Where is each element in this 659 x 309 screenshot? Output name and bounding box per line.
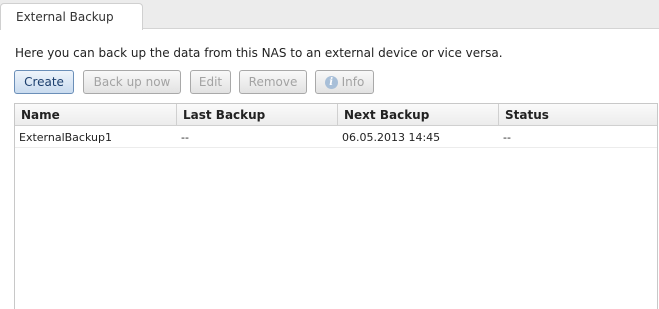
column-header-name[interactable]: Name: [15, 104, 177, 125]
tab-bar: External Backup: [0, 0, 659, 30]
table-row[interactable]: ExternalBackup1 -- 06.05.2013 14:45 --: [15, 126, 657, 148]
back-up-now-button[interactable]: Back up now: [83, 70, 181, 94]
info-button[interactable]: i Info: [315, 70, 374, 94]
column-header-last-backup[interactable]: Last Backup: [177, 104, 338, 125]
create-button[interactable]: Create: [14, 70, 74, 94]
cell-next-backup: 06.05.2013 14:45: [342, 131, 441, 144]
remove-button[interactable]: Remove: [239, 70, 307, 94]
cell-name: ExternalBackup1: [19, 131, 112, 144]
backup-jobs-table: Name Last Backup Next Backup Status Exte…: [14, 103, 658, 309]
page-description: Here you can back up the data from this …: [15, 46, 503, 60]
column-header-next-backup[interactable]: Next Backup: [338, 104, 499, 125]
table-header: Name Last Backup Next Backup Status: [15, 104, 657, 126]
column-header-status[interactable]: Status: [499, 104, 657, 125]
cell-last-backup: --: [181, 131, 189, 144]
info-button-label: Info: [341, 75, 365, 89]
info-icon: i: [324, 75, 338, 89]
cell-status: --: [503, 131, 511, 144]
tab-external-backup[interactable]: External Backup: [0, 3, 143, 30]
edit-button[interactable]: Edit: [190, 70, 231, 94]
